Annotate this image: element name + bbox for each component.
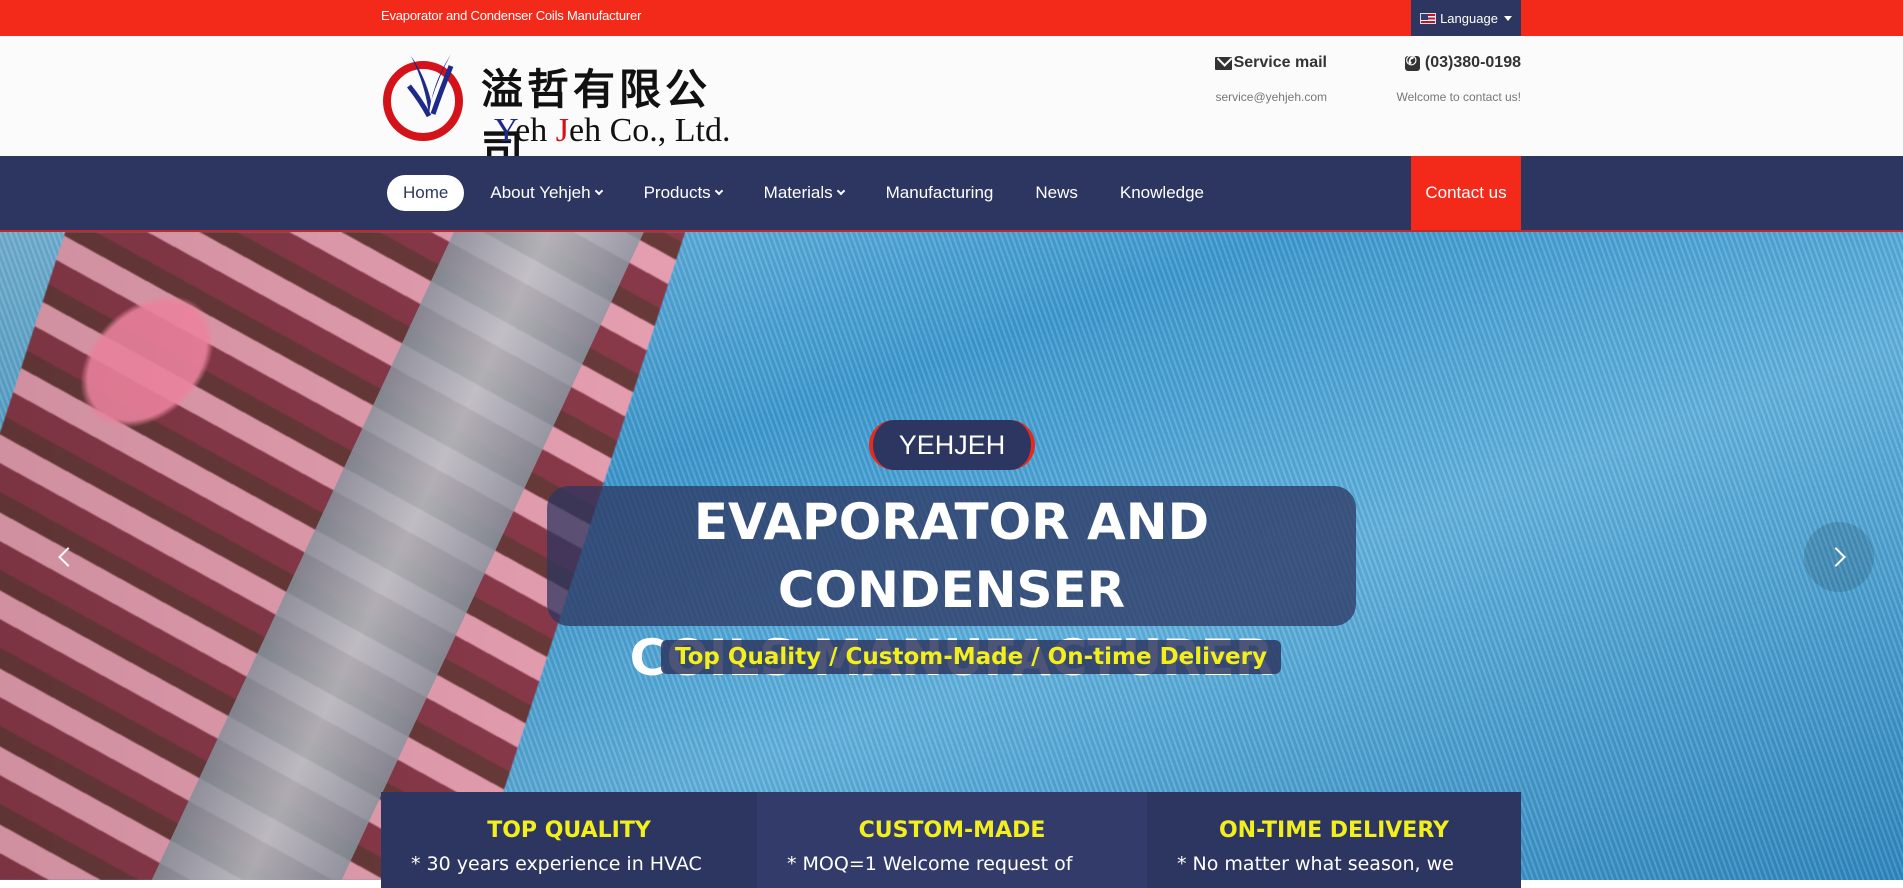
phone-title[interactable]: (03)380-0198: [1380, 53, 1521, 72]
feature-card-custom-made: CUSTOM-MADE * MOQ=1 Welcome request of: [757, 792, 1147, 888]
caret-down-icon: [1503, 15, 1512, 21]
feature-title: TOP QUALITY: [487, 818, 651, 843]
hero-headline: EVAPORATOR AND CONDENSER COILS MANUFACTU…: [547, 486, 1356, 687]
feature-cards: TOP QUALITY * 30 years experience in HVA…: [381, 792, 1521, 888]
feature-title: ON-TIME DELIVERY: [1218, 818, 1449, 843]
feature-text: * MOQ=1 Welcome request of: [787, 853, 1073, 875]
chevron-down-icon: [594, 186, 603, 196]
hero-headline-line1: EVAPORATOR AND CONDENSER: [693, 493, 1210, 619]
nav-item-knowledge[interactable]: Knowledge: [1104, 175, 1220, 211]
topbar-tagline: Evaporator and Condenser Coils Manufactu…: [381, 8, 642, 23]
nav-item-materials[interactable]: Materials: [748, 175, 860, 211]
hero-badge: YEHJEH: [869, 420, 1035, 470]
chevron-left-icon: [58, 547, 78, 567]
top-bar: Evaporator and Condenser Coils Manufactu…: [0, 0, 1903, 36]
chevron-down-icon: [714, 186, 723, 196]
feature-text: * 30 years experience in HVAC: [411, 853, 702, 875]
chevron-down-icon: [836, 186, 845, 196]
hero-banner: YEHJEH EVAPORATOR AND CONDENSER COILS MA…: [0, 232, 1903, 880]
company-logo[interactable]: 溢哲有限公司 Yeh Jeh Co., Ltd.: [381, 46, 751, 175]
feature-card-on-time-delivery: ON-TIME DELIVERY * No matter what season…: [1147, 792, 1521, 888]
nav-items: Home About Yehjeh Products Materials Man…: [387, 175, 1230, 211]
nav-item-about[interactable]: About Yehjeh: [474, 175, 617, 211]
service-mail-address[interactable]: service@yehjeh.com: [1180, 90, 1327, 104]
phone-icon: [1404, 53, 1420, 71]
carousel-next-button[interactable]: [1804, 522, 1874, 592]
nav-item-home[interactable]: Home: [387, 175, 465, 211]
service-mail-title[interactable]: Service mail: [1180, 54, 1327, 72]
us-flag-icon: [1420, 12, 1437, 24]
carousel-prev-button[interactable]: [30, 522, 100, 592]
hero-tagline: Top Quality / Custom-Made / On-time Deli…: [661, 640, 1281, 674]
service-mail-block: Service mail service@yehjeh.com: [1180, 54, 1327, 104]
language-selector[interactable]: Language: [1411, 0, 1521, 36]
main-nav: Home About Yehjeh Products Materials Man…: [0, 156, 1903, 230]
language-label: Language: [1440, 10, 1498, 26]
logo-emblem-icon: [383, 54, 463, 141]
phone-number: (03)380-0198: [1424, 54, 1521, 71]
chevron-right-icon: [1826, 547, 1846, 567]
phone-subtitle: Welcome to contact us!: [1396, 90, 1522, 104]
contact-us-button[interactable]: Contact us: [1411, 156, 1521, 230]
nav-item-products[interactable]: Products: [628, 175, 738, 211]
nav-item-news[interactable]: News: [1019, 175, 1094, 211]
feature-title: CUSTOM-MADE: [858, 818, 1046, 843]
phone-block: (03)380-0198 Welcome to contact us!: [1380, 53, 1522, 105]
feature-text: * No matter what season, we: [1177, 853, 1454, 875]
feature-card-top-quality: TOP QUALITY * 30 years experience in HVA…: [381, 792, 757, 888]
site-header: 溢哲有限公司 Yeh Jeh Co., Ltd. Service mail se…: [0, 36, 1903, 175]
logo-english-name: Yeh Jeh Co., Ltd.: [494, 112, 731, 149]
service-mail-label: Service mail: [1233, 54, 1327, 71]
nav-item-manufacturing[interactable]: Manufacturing: [870, 175, 1010, 211]
envelope-icon: [1214, 56, 1232, 70]
